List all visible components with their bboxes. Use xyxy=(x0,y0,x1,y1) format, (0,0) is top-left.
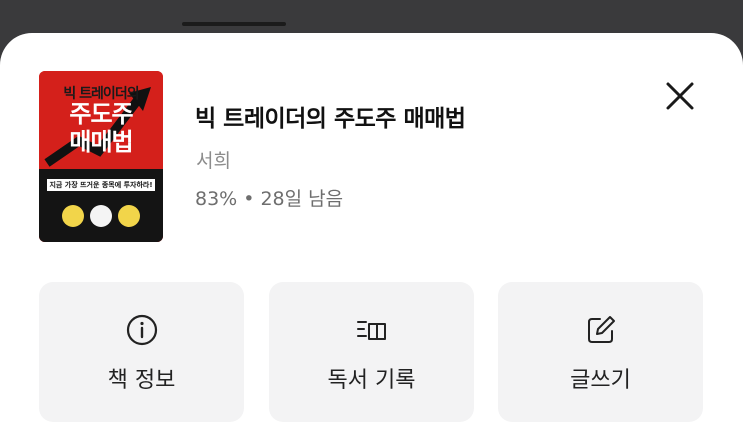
cover-title-line3: 매매법 xyxy=(69,128,133,156)
info-icon xyxy=(126,314,157,346)
book-author: 서희 xyxy=(196,150,231,172)
book-title: 빅 트레이더의 주도주 매매법 xyxy=(195,106,466,132)
days-remaining: 28일 남음 xyxy=(260,188,344,210)
reading-log-button[interactable]: 독서 기록 xyxy=(269,282,474,422)
book-cover-image: 빅 트레이더의 주도주 매매법 지금 가장 뜨거운 종목에 투자하라! xyxy=(39,71,163,242)
book-info-label: 책 정보 xyxy=(107,368,176,393)
close-icon[interactable] xyxy=(664,80,696,112)
reading-log-icon xyxy=(356,321,386,340)
reading-log-label: 독서 기록 xyxy=(327,368,416,393)
progress-percent: 83% xyxy=(195,188,238,210)
progress-separator: • xyxy=(243,188,255,210)
write-button[interactable]: 글쓰기 xyxy=(498,282,703,422)
reading-progress: 83% • 28일 남음 xyxy=(195,184,343,211)
cover-tagline: 지금 가장 뜨거운 종목에 투자하라! xyxy=(47,179,155,191)
write-icon xyxy=(587,316,615,343)
book-bottom-sheet: 빅 트레이더의 주도주 매매법 지금 가장 뜨거운 종목에 투자하라! 빅 트레… xyxy=(0,33,743,433)
cover-title-line2: 주도주 xyxy=(69,100,133,128)
drag-handle[interactable] xyxy=(182,22,286,26)
write-label: 글쓰기 xyxy=(570,368,631,393)
book-info-button[interactable]: 책 정보 xyxy=(39,282,244,422)
